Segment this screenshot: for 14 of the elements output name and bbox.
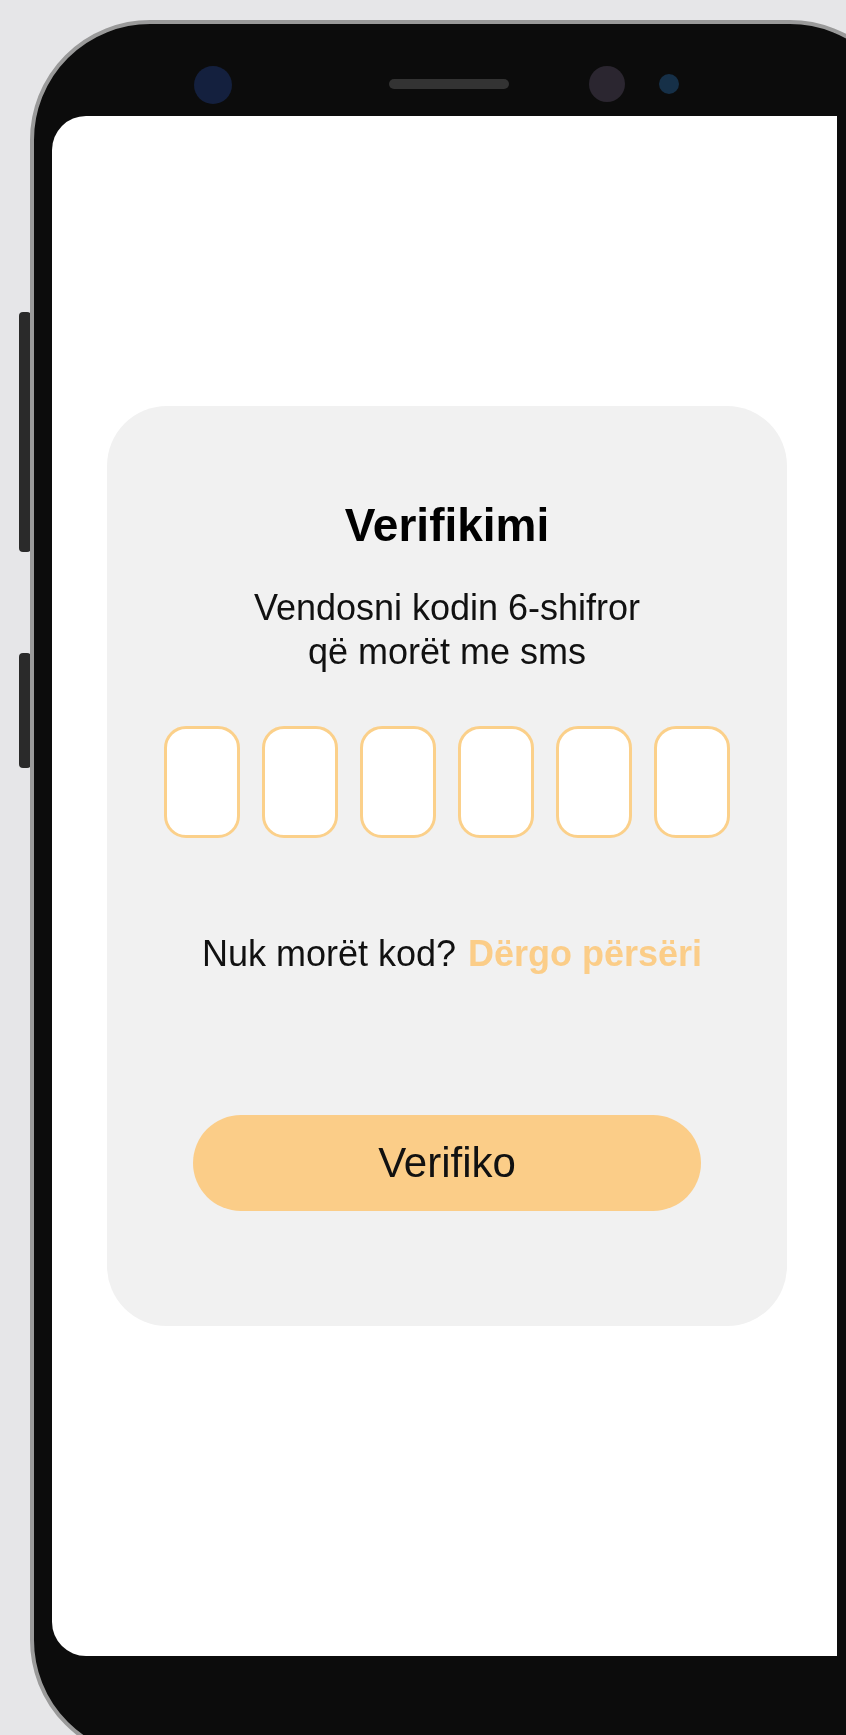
code-digit-field[interactable] xyxy=(262,726,338,838)
card-title: Verifikimi xyxy=(344,498,550,552)
code-digit-field[interactable] xyxy=(458,726,534,838)
camera-icon xyxy=(589,66,625,102)
resend-prompt: Nuk morët kod? xyxy=(201,933,456,975)
camera-icon xyxy=(194,66,232,104)
sensor-icon xyxy=(659,74,679,94)
verify-button[interactable]: Verifiko xyxy=(193,1115,701,1211)
code-digit-field[interactable] xyxy=(164,726,240,838)
code-digit-field[interactable] xyxy=(654,726,730,838)
code-digit-field[interactable] xyxy=(556,726,632,838)
instruction-text: Vendosni kodin 6-shifror që morët me sms xyxy=(253,586,641,674)
code-digit-field[interactable] xyxy=(360,726,436,838)
speaker-grille-icon xyxy=(389,79,509,89)
